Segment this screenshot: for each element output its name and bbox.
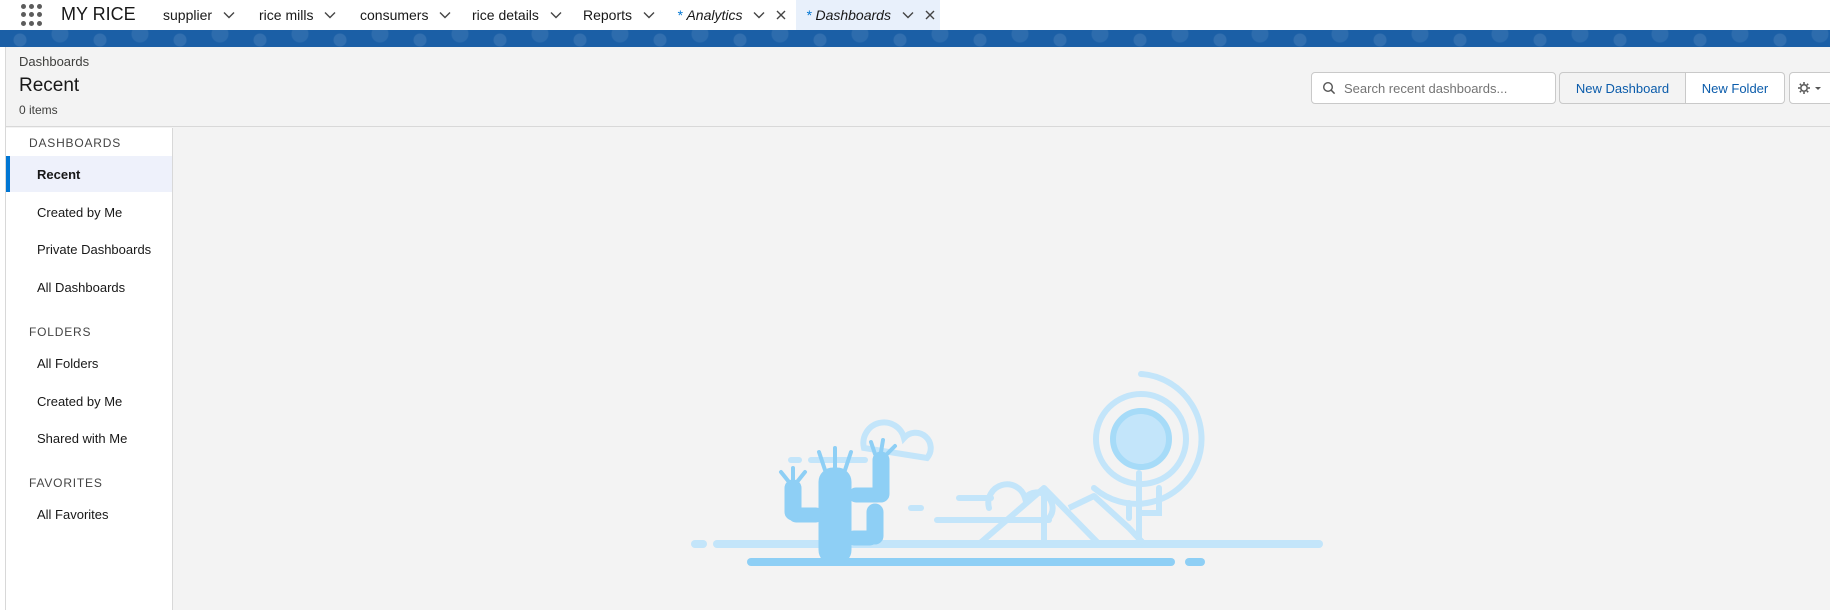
chevron-down-icon[interactable] xyxy=(642,8,656,22)
chevron-down-icon[interactable] xyxy=(323,8,337,22)
tab-label: Analytics xyxy=(686,7,743,23)
tab-label: Dashboards xyxy=(815,7,891,23)
chevron-down-icon[interactable] xyxy=(752,8,766,22)
close-icon[interactable] xyxy=(774,8,788,22)
sidebar-item-shared-with-me[interactable]: Shared with Me xyxy=(6,420,172,456)
sidebar-item-folders-created-by-me[interactable]: Created by Me xyxy=(6,383,172,419)
nav-item-label: consumers xyxy=(360,7,429,23)
nav-item-label: Reports xyxy=(583,7,633,23)
chevron-down-icon[interactable] xyxy=(549,8,563,22)
section-title-folders: FOLDERS xyxy=(29,325,92,339)
dashboards-page: Dashboards Recent 0 items New Dashboard … xyxy=(5,47,1830,610)
settings-menu-button[interactable] xyxy=(1789,72,1830,104)
sidebar-item-all-favorites[interactable]: All Favorites xyxy=(6,496,172,532)
new-dashboard-button[interactable]: New Dashboard xyxy=(1559,72,1686,104)
nav-item-label: rice mills xyxy=(259,7,314,23)
section-title-favorites: FAVORITES xyxy=(29,476,103,490)
top-navigation-bar: MY RICE supplier rice mills consumers ri… xyxy=(0,0,1830,30)
unsaved-marker: * xyxy=(806,7,812,23)
nav-item-rice-mills[interactable]: rice mills xyxy=(259,0,337,30)
sidebar: DASHBOARDS Recent Created by Me Private … xyxy=(6,128,173,610)
sidebar-item-created-by-me[interactable]: Created by Me xyxy=(6,194,172,230)
search-icon xyxy=(1322,81,1336,95)
nav-item-rice-details[interactable]: rice details xyxy=(472,0,563,30)
page-header: Dashboards Recent 0 items New Dashboard … xyxy=(6,47,1830,127)
chevron-down-icon[interactable] xyxy=(438,8,452,22)
chevron-down-icon[interactable] xyxy=(222,8,236,22)
nav-item-reports[interactable]: Reports xyxy=(583,0,656,30)
nav-item-consumers[interactable]: consumers xyxy=(360,0,452,30)
search-box[interactable] xyxy=(1311,72,1556,104)
item-count: 0 items xyxy=(19,103,58,117)
section-title-dashboards: DASHBOARDS xyxy=(29,136,122,150)
chevron-down-icon[interactable] xyxy=(901,8,915,22)
desert-empty-state-illustration xyxy=(691,371,1323,566)
tab-dashboards[interactable]: * Dashboards xyxy=(796,0,940,30)
nav-item-supplier[interactable]: supplier xyxy=(163,0,236,30)
sidebar-item-all-folders[interactable]: All Folders xyxy=(6,345,172,381)
nav-item-label: supplier xyxy=(163,7,213,23)
app-name: MY RICE xyxy=(61,4,136,24)
unsaved-marker: * xyxy=(677,7,683,23)
sidebar-item-private-dashboards[interactable]: Private Dashboards xyxy=(6,231,172,267)
sidebar-item-all-dashboards[interactable]: All Dashboards xyxy=(6,269,172,305)
nav-item-label: rice details xyxy=(472,7,539,23)
header-actions: New Dashboard New Folder xyxy=(1559,72,1785,104)
new-folder-button[interactable]: New Folder xyxy=(1686,72,1785,104)
brand-band xyxy=(0,30,1830,47)
page-title: Recent xyxy=(19,75,80,96)
app-launcher-waffle-icon[interactable] xyxy=(20,3,44,27)
tab-analytics[interactable]: * Analytics xyxy=(668,0,794,30)
search-input[interactable] xyxy=(1344,80,1554,96)
empty-state-area xyxy=(174,128,1830,610)
breadcrumb: Dashboards xyxy=(19,54,90,69)
close-icon[interactable] xyxy=(923,8,937,22)
gear-icon xyxy=(1798,82,1821,94)
sidebar-item-recent[interactable]: Recent xyxy=(6,156,172,192)
